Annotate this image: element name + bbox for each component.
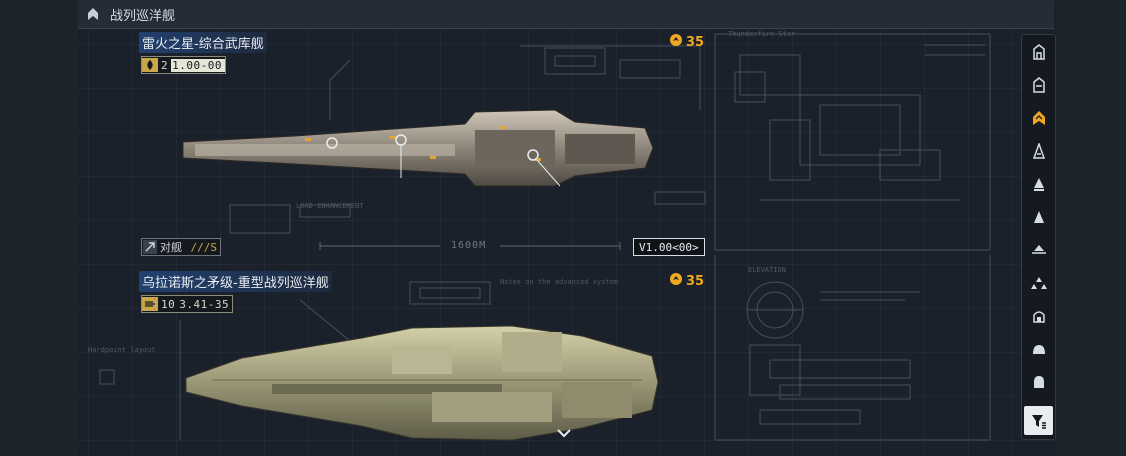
rail-station[interactable]	[1024, 37, 1053, 66]
ship-2-stat-badge: 10 3.41-35	[141, 295, 234, 313]
ship-1-stat-prefix: 2	[161, 58, 169, 72]
ship-1-version: V1.00<00>	[633, 238, 705, 256]
rail-dome-small[interactable]	[1024, 367, 1053, 396]
ship-1-name[interactable]: 雷火之星-综合武库舰	[139, 32, 267, 53]
svg-text:Thunderfire-Star: Thunderfire-Star	[728, 30, 795, 38]
rail-carrier[interactable]	[1024, 70, 1053, 99]
ship-2-stat-value: 3.41-35	[179, 297, 230, 311]
svg-text:ELEVATION: ELEVATION	[748, 266, 786, 274]
rail-frigate[interactable]	[1024, 202, 1053, 231]
frigate-icon	[1033, 210, 1044, 223]
command-point-icon	[669, 272, 683, 290]
rail-fighter[interactable]	[1024, 268, 1053, 297]
dome-small-icon	[1033, 375, 1044, 388]
auxiliary-icon	[1032, 310, 1045, 323]
svg-text:Notes on the advanced system: Notes on the advanced system	[500, 278, 618, 286]
battlecruiser-icon	[1032, 110, 1045, 125]
anti-ship-icon	[143, 240, 157, 254]
ship-1-role-tag: 对舰 ///S	[141, 238, 221, 256]
ship-2-name[interactable]: 乌拉诺斯之矛级-重型战列巡洋舰	[139, 271, 332, 292]
rail-dome[interactable]	[1024, 334, 1053, 363]
carrier-icon	[1032, 76, 1045, 93]
rail-auxiliary[interactable]	[1024, 301, 1053, 330]
rail-destroyer[interactable]	[1024, 136, 1053, 165]
filter-icon	[1031, 414, 1046, 429]
ship-2-cost-value: 35	[686, 273, 705, 289]
filter-button[interactable]	[1024, 406, 1053, 435]
svg-text:Hardpoint layout: Hardpoint layout	[88, 346, 155, 354]
ship-class-rail	[1021, 34, 1056, 440]
ship-1-class-mark: ///S	[190, 240, 218, 254]
rail-battlecruiser[interactable]	[1024, 103, 1053, 132]
ship-thunderfire-model[interactable]	[175, 100, 665, 200]
ship-1-cost-value: 35	[686, 34, 705, 50]
dome-icon	[1032, 344, 1045, 354]
thruster-icon	[142, 297, 158, 311]
weapon-flame-icon	[142, 58, 158, 72]
ship-1-cost: 35	[669, 33, 704, 51]
ship-1-stat-badge: 2 1.00-00	[141, 56, 226, 74]
destroyer-icon	[1032, 142, 1045, 159]
corvette-icon	[1031, 244, 1046, 254]
ship-1-role: 对舰	[160, 241, 182, 254]
ship-2-stat-prefix: 10	[161, 297, 176, 311]
station-icon	[1032, 43, 1045, 60]
ship-1-stat-value: 1.00-00	[171, 58, 225, 72]
ship-uranus-spear-model[interactable]	[182, 322, 662, 446]
fighter-icon	[1030, 276, 1047, 289]
rank-chevron-icon[interactable]	[84, 5, 102, 23]
ship-2-cost: 35	[669, 272, 704, 290]
cruiser-icon	[1033, 177, 1044, 191]
rail-corvette[interactable]	[1024, 235, 1053, 264]
rail-cruiser[interactable]	[1024, 169, 1053, 198]
scroll-down-button[interactable]	[553, 425, 575, 441]
page-title: 战列巡洋舰	[110, 8, 176, 24]
title-bar: 战列巡洋舰	[78, 0, 1054, 29]
command-point-icon	[669, 33, 683, 51]
chevron-down-icon	[557, 429, 571, 438]
ship-1-scale: 1600M	[451, 240, 487, 251]
svg-text:LOAD ENHANCEMENT: LOAD ENHANCEMENT	[296, 202, 364, 210]
